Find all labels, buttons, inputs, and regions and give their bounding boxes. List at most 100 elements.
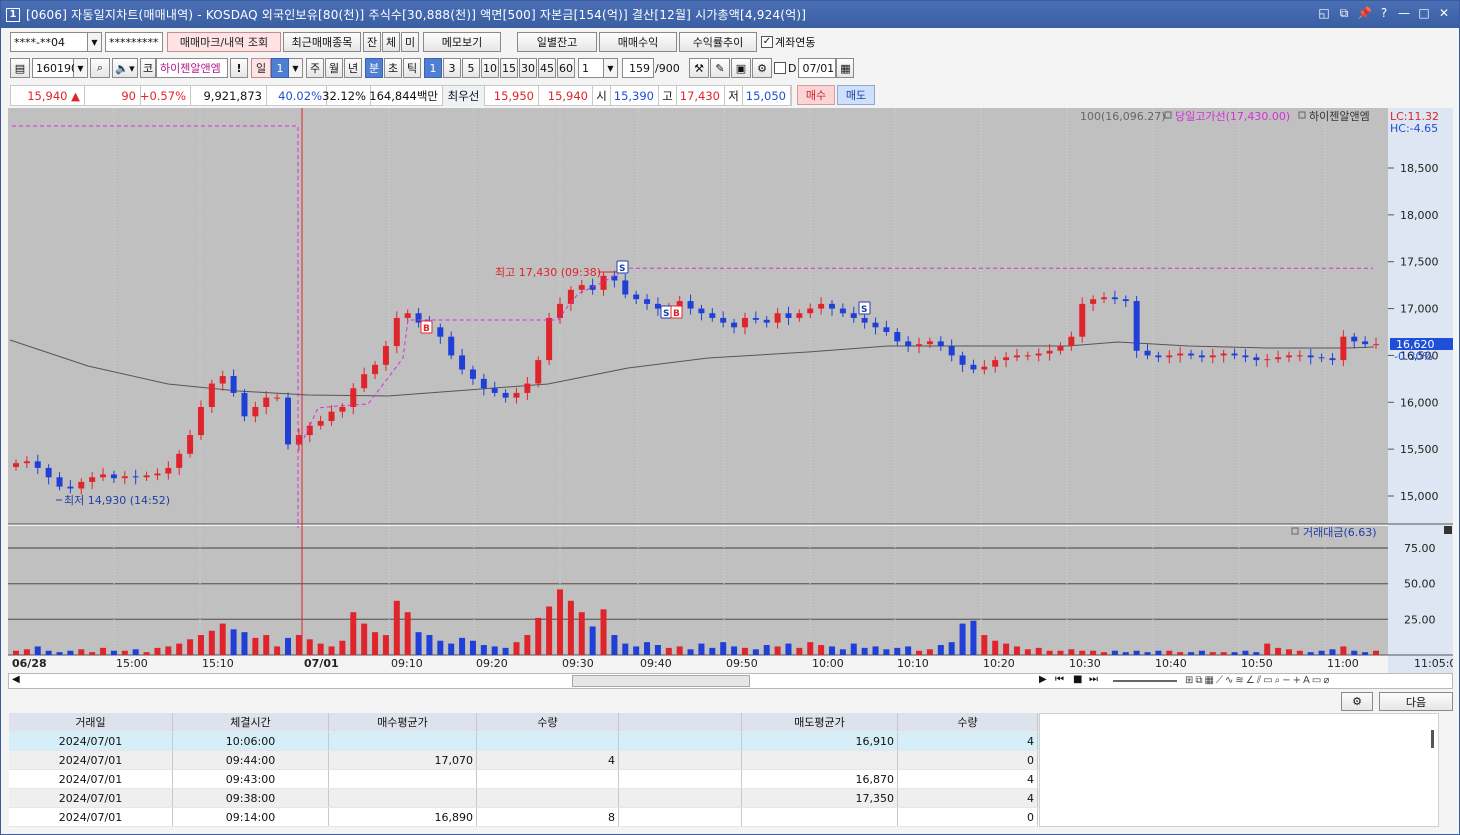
text-icon[interactable]: A	[1303, 675, 1310, 686]
col-sell-avg[interactable]: 매도평균가	[742, 713, 898, 731]
panel-close-icon[interactable]	[1444, 526, 1452, 534]
return-trend-button[interactable]: 수익률추이	[679, 32, 757, 52]
minute-1-button[interactable]: 1	[424, 58, 442, 78]
copy-icon[interactable]: ⧉	[1195, 675, 1202, 686]
stock-name-field[interactable]: 하이젠알앤엠	[156, 58, 228, 78]
channel-icon[interactable]: ⫽	[1257, 675, 1261, 686]
period-dropdown-icon[interactable]: ▼	[289, 58, 303, 78]
interval-dropdown-icon[interactable]: ▼	[604, 58, 618, 78]
tick-button[interactable]: 틱	[403, 58, 421, 78]
wave-icon[interactable]: ∿	[1225, 675, 1233, 686]
zoom-slider[interactable]	[1113, 680, 1177, 682]
password-field[interactable]: *********	[105, 32, 163, 52]
bar-count-input[interactable]: 159	[622, 58, 654, 78]
cascade-icon[interactable]: ⧉	[1337, 6, 1351, 21]
chart-scrollbar[interactable]: ◀ ▶ ⏮ ■ ⏭ ⊞ ⧉ ▦ ⟋ ∿ ≋ ∠ ⫽ ▭ ⌕ − + A ▭ ⌀	[8, 673, 1453, 689]
close-icon[interactable]: ✕	[1437, 6, 1451, 21]
angle-icon[interactable]: ∠	[1246, 675, 1255, 686]
period-day-button[interactable]: 일	[251, 58, 271, 78]
settings-gear-icon[interactable]: ⚙	[752, 58, 772, 78]
volume-bar	[230, 629, 237, 655]
trade-profit-button[interactable]: 매매수익	[599, 32, 677, 52]
daily-balance-button[interactable]: 일별잔고	[517, 32, 597, 52]
help-icon[interactable]: ?	[1377, 6, 1391, 21]
region-icon[interactable]: ▭	[1263, 675, 1272, 686]
rewind-icon[interactable]: ⏮	[1055, 674, 1064, 685]
rect-icon[interactable]: ▭	[1312, 675, 1321, 686]
pin-icon[interactable]: 📌	[1357, 6, 1372, 21]
col-trade-date[interactable]: 거래일	[9, 713, 173, 731]
next-button[interactable]: 다음	[1379, 692, 1453, 711]
calendar-icon[interactable]: ▦	[836, 58, 855, 78]
trendline-icon[interactable]: ⟋	[1216, 675, 1223, 686]
checkbox-icon[interactable]: ✓	[761, 36, 773, 48]
maximize-icon[interactable]: □	[1417, 6, 1431, 21]
unfilled-toggle[interactable]: 미	[401, 32, 419, 52]
balance-toggle[interactable]: 잔	[363, 32, 381, 52]
minus-icon[interactable]: −	[1282, 675, 1290, 686]
minute-45-button[interactable]: 45	[538, 58, 556, 78]
alert-button[interactable]: !	[230, 58, 248, 78]
sell-button[interactable]: 매도	[837, 85, 875, 105]
minimize-icon[interactable]: —	[1397, 6, 1411, 21]
minute-30-button[interactable]: 30	[519, 58, 537, 78]
grid-icon[interactable]: ▦	[1205, 675, 1214, 686]
account-link-checkbox[interactable]: ✓ 계좌연동	[761, 34, 815, 50]
trade-mark-query-button[interactable]: 매매마크/내역 조회	[167, 32, 281, 52]
period-day-count[interactable]: 1	[271, 58, 289, 78]
minute-60-button[interactable]: 60	[557, 58, 575, 78]
minute-5-button[interactable]: 5	[462, 58, 480, 78]
layout-icon[interactable]: ▤	[10, 58, 30, 78]
zoom-icon[interactable]: ⌕	[1275, 675, 1281, 686]
scroll-thumb[interactable]	[572, 675, 750, 687]
sound-icon[interactable]: 🔈▾	[112, 58, 138, 78]
table-row[interactable]: 2024/07/01 09:14:00 16,890 8 0	[9, 808, 1039, 827]
memo-button[interactable]: 메모보기	[423, 32, 501, 52]
col-exec-time[interactable]: 체결시간	[173, 713, 329, 731]
period-month-button[interactable]: 월	[325, 58, 343, 78]
table-row[interactable]: 2024/07/01 09:43:00 16,870 4	[9, 770, 1039, 789]
filled-toggle[interactable]: 체	[382, 32, 400, 52]
interval-input[interactable]: 1	[578, 58, 604, 78]
fast-forward-icon[interactable]: ⏭	[1089, 674, 1098, 685]
crosshair-icon[interactable]: ⊞	[1185, 675, 1193, 686]
date-checkbox[interactable]	[774, 62, 786, 74]
scroll-right-icon[interactable]: ▶	[1039, 674, 1047, 685]
period-year-button[interactable]: 년	[344, 58, 362, 78]
account-dropdown-icon[interactable]: ▼	[88, 32, 102, 52]
indicator-icon[interactable]: ⚒	[689, 58, 709, 78]
recent-trades-button[interactable]: 최근매매종목	[283, 32, 361, 52]
second-button[interactable]: 초	[384, 58, 402, 78]
price-chart[interactable]: 18,500 18,000 17,500 17,000 16,500 16,000 15,5…	[8, 108, 1453, 673]
period-week-button[interactable]: 주	[306, 58, 324, 78]
minute-10-button[interactable]: 10	[481, 58, 499, 78]
stock-code-input[interactable]: 160190	[32, 58, 78, 78]
minute-button[interactable]: 분	[365, 58, 383, 78]
date-input[interactable]: 07/01	[798, 58, 837, 78]
table-row[interactable]: 2024/07/01 10:06:00 16,910 4	[9, 732, 1039, 751]
col-sell-qty[interactable]: 수량	[898, 713, 1038, 731]
pane-scroll-indicator[interactable]	[1431, 730, 1434, 748]
eraser-icon[interactable]: ⌀	[1323, 675, 1329, 686]
account-field[interactable]: ****-**04	[10, 32, 88, 52]
code-dropdown-icon[interactable]: ▼	[74, 58, 88, 78]
fibo-icon[interactable]: ≋	[1235, 675, 1243, 686]
minute-3-button[interactable]: 3	[443, 58, 461, 78]
table-row[interactable]: 2024/07/01 09:44:00 17,070 4 0	[9, 751, 1039, 770]
minute-15-button[interactable]: 15	[500, 58, 518, 78]
table-row[interactable]: 2024/07/01 09:38:00 17,350 4	[9, 789, 1039, 808]
plus-icon[interactable]: +	[1293, 675, 1301, 686]
chart-svg[interactable]: 18,50018,00017,50017,00016,50016,00015,5…	[8, 108, 1453, 673]
col-buy-qty[interactable]: 수량	[477, 713, 619, 731]
table-settings-button[interactable]: ⚙	[1341, 692, 1373, 711]
search-icon[interactable]: ⌕	[90, 58, 110, 78]
buy-button[interactable]: 매수	[797, 85, 835, 105]
col-buy-avg[interactable]: 매수평균가	[329, 713, 477, 731]
scroll-left-icon[interactable]: ◀	[12, 674, 20, 685]
cell-time: 09:44:00	[173, 751, 329, 769]
save-icon[interactable]: ▣	[731, 58, 751, 78]
restore-layout-icon[interactable]: ◱	[1317, 6, 1331, 21]
stop-icon[interactable]: ■	[1073, 674, 1082, 685]
drawing-tool-icon[interactable]: ✎	[710, 58, 730, 78]
volume-bar	[709, 647, 716, 655]
